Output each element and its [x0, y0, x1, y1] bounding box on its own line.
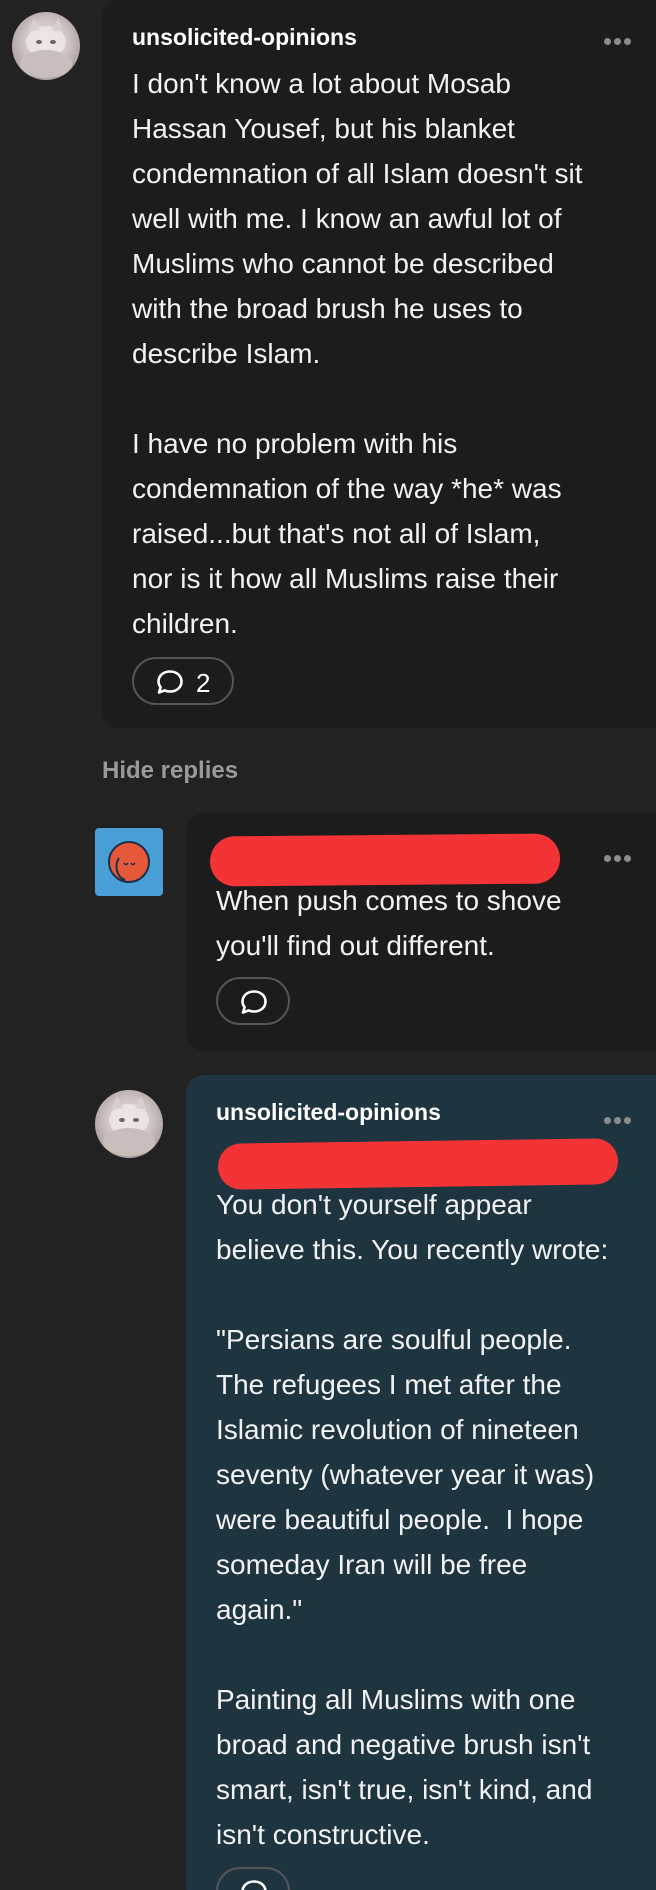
highlighted-reply-card: unsolicited-opinions You don't yourself …: [186, 1075, 656, 1890]
speech-bubble-icon: [241, 1880, 267, 1890]
comment-text: I don't know a lot about Mosab Hassan Yo…: [132, 68, 583, 639]
reply-count: 2: [196, 668, 211, 698]
reply-button[interactable]: [216, 977, 290, 1025]
speech-bubble-icon: [241, 990, 267, 1014]
reply-username[interactable]: unsolicited-opinions: [216, 1099, 441, 1126]
reply-text: When push comes to shove you'll find out…: [216, 885, 562, 961]
comment-card: unsolicited-opinions I don't know a lot …: [102, 0, 656, 728]
more-options-icon[interactable]: [604, 853, 634, 863]
reply-card: When push comes to shove you'll find out…: [186, 813, 656, 1051]
reply-text: You don't yourself appear believe this. …: [216, 1189, 609, 1850]
reply-button[interactable]: [216, 1867, 290, 1890]
more-options-icon[interactable]: [604, 1115, 634, 1125]
avatar[interactable]: [95, 828, 163, 896]
speech-bubble-icon: [157, 670, 183, 694]
more-options-icon[interactable]: [604, 36, 634, 46]
avatar[interactable]: [12, 12, 80, 80]
avatar[interactable]: [95, 1090, 163, 1158]
reply-button[interactable]: 2: [132, 657, 234, 705]
comment-username[interactable]: unsolicited-opinions: [132, 24, 357, 51]
hide-replies-link[interactable]: Hide replies: [102, 757, 238, 785]
